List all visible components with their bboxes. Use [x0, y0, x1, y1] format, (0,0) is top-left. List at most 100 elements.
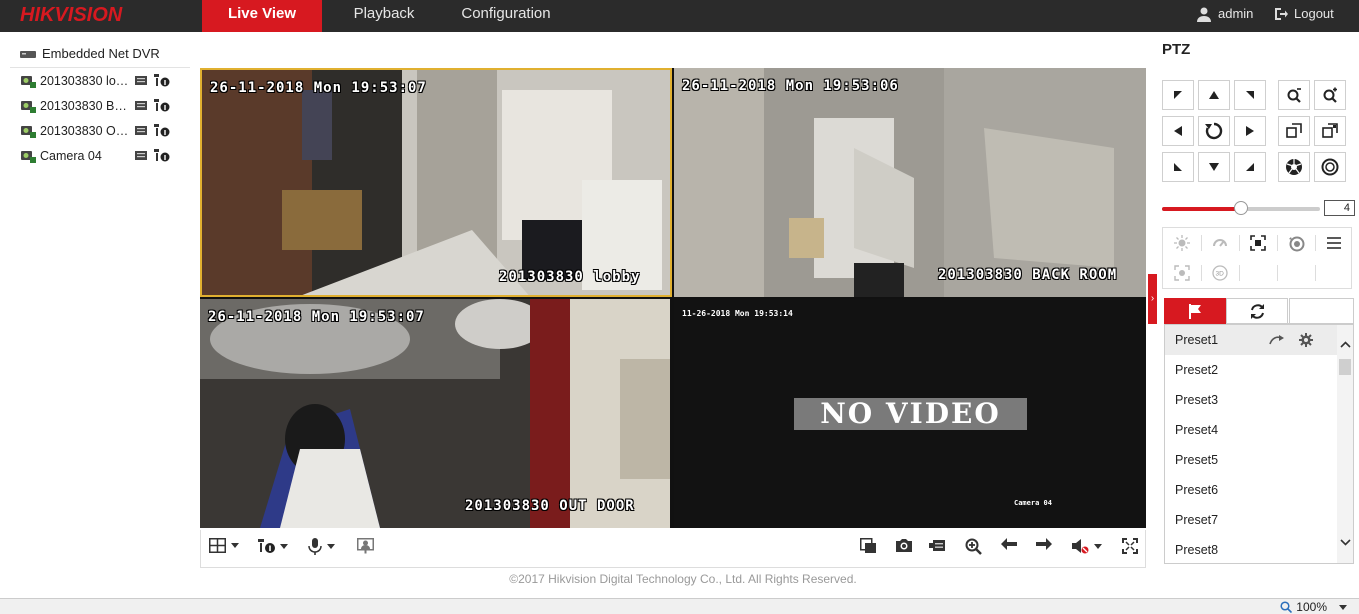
preset-item[interactable]: Preset7 [1165, 505, 1353, 535]
video-grid: 26-11-2018 Mon 19:53:07 201303830 lobby … [200, 68, 1146, 528]
focus-far-icon [1322, 123, 1338, 138]
preset-label: Preset7 [1175, 513, 1219, 527]
preset-item[interactable]: Preset8 [1165, 535, 1353, 563]
nav-live-view[interactable]: Live View [202, 0, 322, 32]
camera-item[interactable]: Camera 04 [10, 143, 190, 168]
preset-scrollbar[interactable] [1337, 325, 1353, 563]
ptz-up-right-button[interactable] [1234, 80, 1266, 110]
stream-info-icon[interactable] [154, 148, 170, 162]
record-icon[interactable] [135, 74, 149, 86]
panel-collapse-handle[interactable]: › [1148, 274, 1157, 324]
svg-text:3D: 3D [1216, 271, 1225, 278]
ptz-speed-slider[interactable] [1162, 201, 1320, 215]
nav-playback[interactable]: Playback [340, 0, 428, 32]
video-tile-out-door[interactable]: 26-11-2018 Mon 19:53:07 201303830 OUT DO… [200, 299, 670, 528]
zoom-out-button[interactable] [1278, 80, 1310, 110]
microphone-button[interactable] [308, 538, 335, 555]
preset-item[interactable]: Preset4 [1165, 415, 1353, 445]
chevron-up-icon[interactable] [1340, 341, 1351, 348]
ptz-down-button[interactable] [1198, 152, 1230, 182]
tab-patrols[interactable] [1226, 298, 1288, 324]
video-tile-back-room[interactable]: 26-11-2018 Mon 19:53:06 201303830 BACK R… [674, 68, 1146, 297]
ptz-up-button[interactable] [1198, 80, 1230, 110]
focus-far-button[interactable] [1314, 116, 1346, 146]
manual-tracking-button[interactable] [1163, 258, 1201, 288]
stop-all-button[interactable] [860, 538, 877, 554]
focus-near-icon [1286, 123, 1302, 138]
ptz-left-button[interactable] [1162, 116, 1194, 146]
zoom-in-icon [1323, 87, 1337, 103]
tree-root-dvr[interactable]: Embedded Net DVR [10, 40, 190, 68]
digital-zoom-button[interactable] [965, 538, 982, 555]
video-tile-lobby[interactable]: 26-11-2018 Mon 19:53:07 201303830 lobby [200, 68, 672, 297]
ptz-right-button[interactable] [1234, 116, 1266, 146]
ptz-up-left-button[interactable] [1162, 80, 1194, 110]
wiper-button[interactable] [1201, 228, 1239, 258]
preset-item[interactable]: Preset2 [1165, 355, 1353, 385]
ptz-toggle-button[interactable] [357, 538, 374, 554]
stream-info-icon[interactable] [154, 123, 170, 137]
camera-item[interactable]: 201303830 lobby [10, 68, 190, 93]
camera-label: 201303830 OUT DOOR [40, 123, 132, 138]
zoom-control[interactable]: 100% [1280, 600, 1347, 614]
arrow-down-right-icon [1246, 163, 1254, 171]
layout-button[interactable] [209, 538, 239, 553]
camera-item[interactable]: 201303830 BACK ROOM [10, 93, 190, 118]
auto-focus-button[interactable] [1239, 228, 1277, 258]
record-button[interactable] [929, 538, 946, 553]
chevron-down-icon[interactable] [1340, 539, 1351, 546]
fullscreen-button[interactable] [1122, 538, 1138, 554]
zoom-level: 100% [1296, 600, 1327, 614]
record-icon[interactable] [135, 99, 149, 111]
capture-button[interactable] [895, 538, 913, 553]
zoom-in-button[interactable] [1314, 80, 1346, 110]
iris-close-button[interactable] [1314, 152, 1346, 182]
preset-item[interactable]: Preset1 [1165, 325, 1353, 355]
lens-init-button[interactable] [1277, 228, 1315, 258]
record-icon [929, 540, 945, 551]
call-preset-icon[interactable] [1269, 334, 1285, 345]
focus-near-button[interactable] [1278, 116, 1310, 146]
auto-focus-icon [1250, 235, 1266, 251]
stream-info-icon[interactable] [154, 73, 170, 87]
user-menu[interactable]: admin [1196, 0, 1253, 28]
preset-item[interactable]: Preset5 [1165, 445, 1353, 475]
speed-slider-fill [1162, 207, 1241, 211]
scrollbar-thumb[interactable] [1339, 359, 1351, 375]
ptz-auto-scan-button[interactable] [1198, 116, 1230, 146]
tab-presets[interactable] [1164, 298, 1226, 324]
stream-type-button[interactable] [258, 538, 288, 554]
ptz-function-grid: 3D [1162, 227, 1352, 289]
ptz-down-left-button[interactable] [1162, 152, 1194, 182]
chevron-down-icon [1339, 604, 1347, 610]
arrow-down-left-icon [1174, 163, 1182, 171]
video-tile-camera-04[interactable]: 11-26-2018 Mon 19:53:14 NO VIDEO Camera … [674, 299, 1146, 528]
stream-info-icon[interactable] [154, 98, 170, 112]
nav-configuration[interactable]: Configuration [448, 0, 564, 32]
3d-positioning-button[interactable]: 3D [1201, 258, 1239, 288]
audio-button[interactable] [1072, 538, 1102, 554]
logout-label: Logout [1294, 6, 1334, 21]
tab-empty[interactable] [1289, 298, 1354, 324]
record-icon[interactable] [135, 149, 149, 161]
preset-item[interactable]: Preset3 [1165, 385, 1353, 415]
preset-label: Preset5 [1175, 453, 1219, 467]
light-button[interactable] [1163, 228, 1201, 258]
menu-button[interactable] [1315, 228, 1353, 258]
camera-online-icon [21, 150, 36, 163]
iris-open-button[interactable] [1278, 152, 1310, 182]
speed-slider-knob[interactable] [1234, 201, 1248, 215]
video-frame-lobby [202, 70, 670, 295]
device-tree: Embedded Net DVR 201303830 lobby 2013038… [10, 40, 190, 168]
ptz-down-right-button[interactable] [1234, 152, 1266, 182]
arrow-up-left-icon [1174, 91, 1182, 99]
camera-item[interactable]: 201303830 OUT DOOR [10, 118, 190, 143]
gear-icon[interactable] [1299, 333, 1313, 347]
camera-label: 201303830 BACK ROOM [40, 98, 132, 113]
logout-button[interactable]: Logout [1274, 0, 1334, 28]
record-icon[interactable] [135, 124, 149, 136]
next-page-button[interactable] [1036, 538, 1052, 550]
preset-item[interactable]: Preset6 [1165, 475, 1353, 505]
preset-label: Preset4 [1175, 423, 1219, 437]
prev-page-button[interactable] [1001, 538, 1017, 550]
